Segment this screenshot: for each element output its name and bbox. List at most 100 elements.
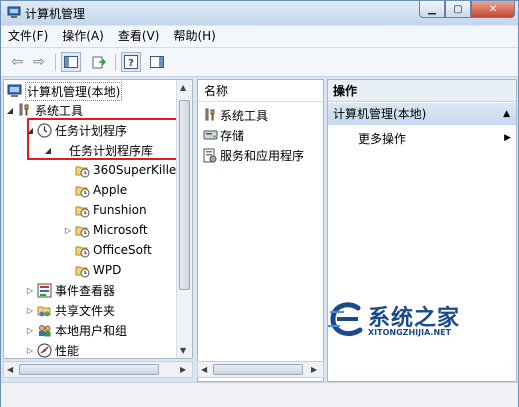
list-item-label: 存储 — [220, 128, 245, 143]
collapsed-triangle-icon[interactable]: ▷ — [26, 286, 34, 295]
tree-performance-label: 性能 — [55, 343, 80, 358]
tree-shared-folders[interactable]: ▷ 共享文件夹 — [26, 300, 115, 320]
scroll-up-arrow-icon[interactable]: ▲ — [180, 83, 186, 92]
menu-help[interactable]: 帮助(H) — [166, 26, 222, 47]
window-title: 计算机管理 — [25, 7, 86, 21]
help-icon[interactable]: ? — [121, 52, 141, 72]
scroll-down-arrow-icon[interactable]: ▼ — [180, 346, 186, 355]
tree-root-label: 计算机管理(本地) — [25, 81, 123, 101]
more-actions-item[interactable]: 更多操作 ▶ — [358, 128, 513, 148]
tree-library-item[interactable]: ▷ Microsoft — [64, 220, 148, 240]
tree-library-item[interactable]: 360SuperKille — [64, 160, 176, 180]
tree-scroll-thumb[interactable] — [179, 100, 190, 290]
folder-clock-icon — [74, 222, 90, 238]
tree-system-tools-label: 系统工具 — [35, 103, 84, 118]
list-item[interactable]: 存储 — [202, 125, 244, 145]
tree-library-item-label: OfficeSoft — [93, 243, 152, 257]
tree-library-item-label: Apple — [93, 183, 128, 197]
event-viewer-icon — [36, 282, 52, 298]
performance-icon — [36, 342, 52, 358]
toolbar-separator — [55, 54, 56, 71]
expanded-triangle-icon[interactable]: ◢ — [6, 106, 14, 115]
shared-folder-icon — [36, 302, 52, 318]
computer-management-window: 计算机管理 ▁ ▢ ✕ 文件(F) 操作(A) 查看(V) 帮助(H) ⇦ ⇨ … — [0, 0, 519, 407]
scroll-right-arrow-icon[interactable]: ▶ — [311, 365, 317, 374]
menu-file[interactable]: 文件(F) — [1, 26, 55, 47]
tools-icon — [202, 107, 218, 123]
back-arrow-icon[interactable]: ⇦ — [7, 52, 27, 72]
tools-icon — [16, 102, 32, 118]
list-item[interactable]: 系统工具 — [202, 105, 268, 125]
menu-bar: 文件(F) 操作(A) 查看(V) 帮助(H) — [1, 26, 518, 48]
collapsed-triangle-icon[interactable]: ▷ — [26, 346, 34, 355]
actions-section-header[interactable]: 计算机管理(本地) ▲ — [328, 103, 516, 125]
show-hide-action-pane-icon[interactable] — [147, 52, 167, 72]
actions-section-label: 计算机管理(本地) — [333, 107, 427, 121]
tree-library-item[interactable]: OfficeSoft — [64, 240, 152, 260]
forward-arrow-icon[interactable]: ⇨ — [29, 52, 49, 72]
actions-header: 操作 — [328, 80, 516, 102]
show-hide-console-tree-icon[interactable] — [61, 52, 81, 72]
list-item-label: 系统工具 — [220, 108, 269, 123]
collapse-up-icon[interactable]: ▲ — [503, 103, 510, 125]
menu-view[interactable]: 查看(V) — [111, 26, 167, 47]
toolbar-separator — [115, 54, 116, 71]
users-icon — [36, 322, 52, 338]
toolbar: ⇦ ⇨ ? — [1, 48, 518, 77]
folder-clock-icon — [74, 242, 90, 258]
tree-horizontal-scrollbar[interactable]: ◀ ▶ — [3, 361, 193, 378]
close-button[interactable]: ✕ — [471, 1, 515, 18]
tree-library-item[interactable]: Apple — [64, 180, 127, 200]
folder-clock-icon — [74, 202, 90, 218]
storage-icon — [202, 127, 218, 143]
list-item-label: 服务和应用程序 — [220, 148, 305, 163]
export-list-icon[interactable] — [89, 52, 109, 72]
scroll-right-arrow-icon[interactable]: ▶ — [180, 365, 186, 374]
tree-root[interactable]: 计算机管理(本地) — [6, 81, 123, 101]
collapsed-triangle-icon[interactable]: ▷ — [26, 326, 34, 335]
collapsed-triangle-icon[interactable]: ▷ — [26, 306, 34, 315]
list-item[interactable]: 服务和应用程序 — [202, 145, 304, 165]
tree-library-item-label: 360SuperKille — [93, 163, 177, 177]
menu-action[interactable]: 操作(A) — [55, 26, 111, 47]
tree-library-item[interactable]: WPD — [64, 260, 121, 280]
tree-local-users[interactable]: ▷ 本地用户和组 — [26, 320, 127, 340]
maximize-button[interactable]: ▢ — [445, 1, 471, 18]
scroll-left-arrow-icon[interactable]: ◀ — [7, 365, 13, 374]
tree-performance[interactable]: ▷ 性能 — [26, 340, 79, 360]
tree-system-tools[interactable]: ◢ 系统工具 — [6, 100, 83, 120]
tree-event-viewer[interactable]: ▷ 事件查看器 — [26, 280, 115, 300]
tree-library-item-label: Funshion — [93, 203, 147, 217]
watermark-logo: 系统之家 XITONGZHIJIA.NET — [326, 298, 516, 348]
folder-clock-icon — [74, 262, 90, 278]
minimize-button[interactable]: ▁ — [419, 1, 445, 18]
results-horizontal-scrollbar[interactable]: ◀ ▶ — [197, 361, 324, 378]
console-tree-pane: 计算机管理(本地) ◢ 系统工具 ◢ 任务计划程序 ◢ 任务计划程序库 360S… — [3, 79, 193, 359]
svg-text:?: ? — [128, 58, 134, 69]
highlight-box — [27, 118, 181, 160]
column-header-name[interactable]: 名称 — [198, 80, 323, 102]
computer-management-icon — [7, 6, 21, 18]
tree-shared-folders-label: 共享文件夹 — [55, 303, 116, 318]
watermark-e-logo-icon — [328, 302, 363, 336]
status-bar — [1, 382, 518, 407]
tree-library-item-label: WPD — [93, 263, 122, 277]
tree-library-item-label: Microsoft — [93, 223, 148, 237]
collapsed-triangle-icon[interactable]: ▷ — [64, 226, 72, 235]
tree-hscroll-thumb[interactable] — [19, 364, 159, 375]
tree-vertical-scrollbar[interactable]: ▲ ▼ — [176, 80, 192, 358]
results-pane: 名称 系统工具 存储 服务和应用程序 — [197, 79, 324, 382]
results-hscroll-thumb[interactable] — [213, 364, 303, 375]
folder-clock-icon — [74, 182, 90, 198]
watermark-url: XITONGZHIJIA.NET — [368, 328, 452, 337]
folder-clock-icon — [74, 162, 90, 178]
more-actions-label: 更多操作 — [358, 131, 407, 146]
services-icon — [202, 147, 218, 163]
title-bar: 计算机管理 ▁ ▢ ✕ — [1, 1, 518, 25]
submenu-arrow-icon: ▶ — [504, 133, 511, 143]
tree-library-item[interactable]: Funshion — [64, 200, 147, 220]
computer-icon — [6, 83, 22, 99]
tree-local-users-label: 本地用户和组 — [55, 323, 128, 338]
tree-event-viewer-label: 事件查看器 — [55, 283, 116, 298]
scroll-left-arrow-icon[interactable]: ◀ — [201, 365, 207, 374]
